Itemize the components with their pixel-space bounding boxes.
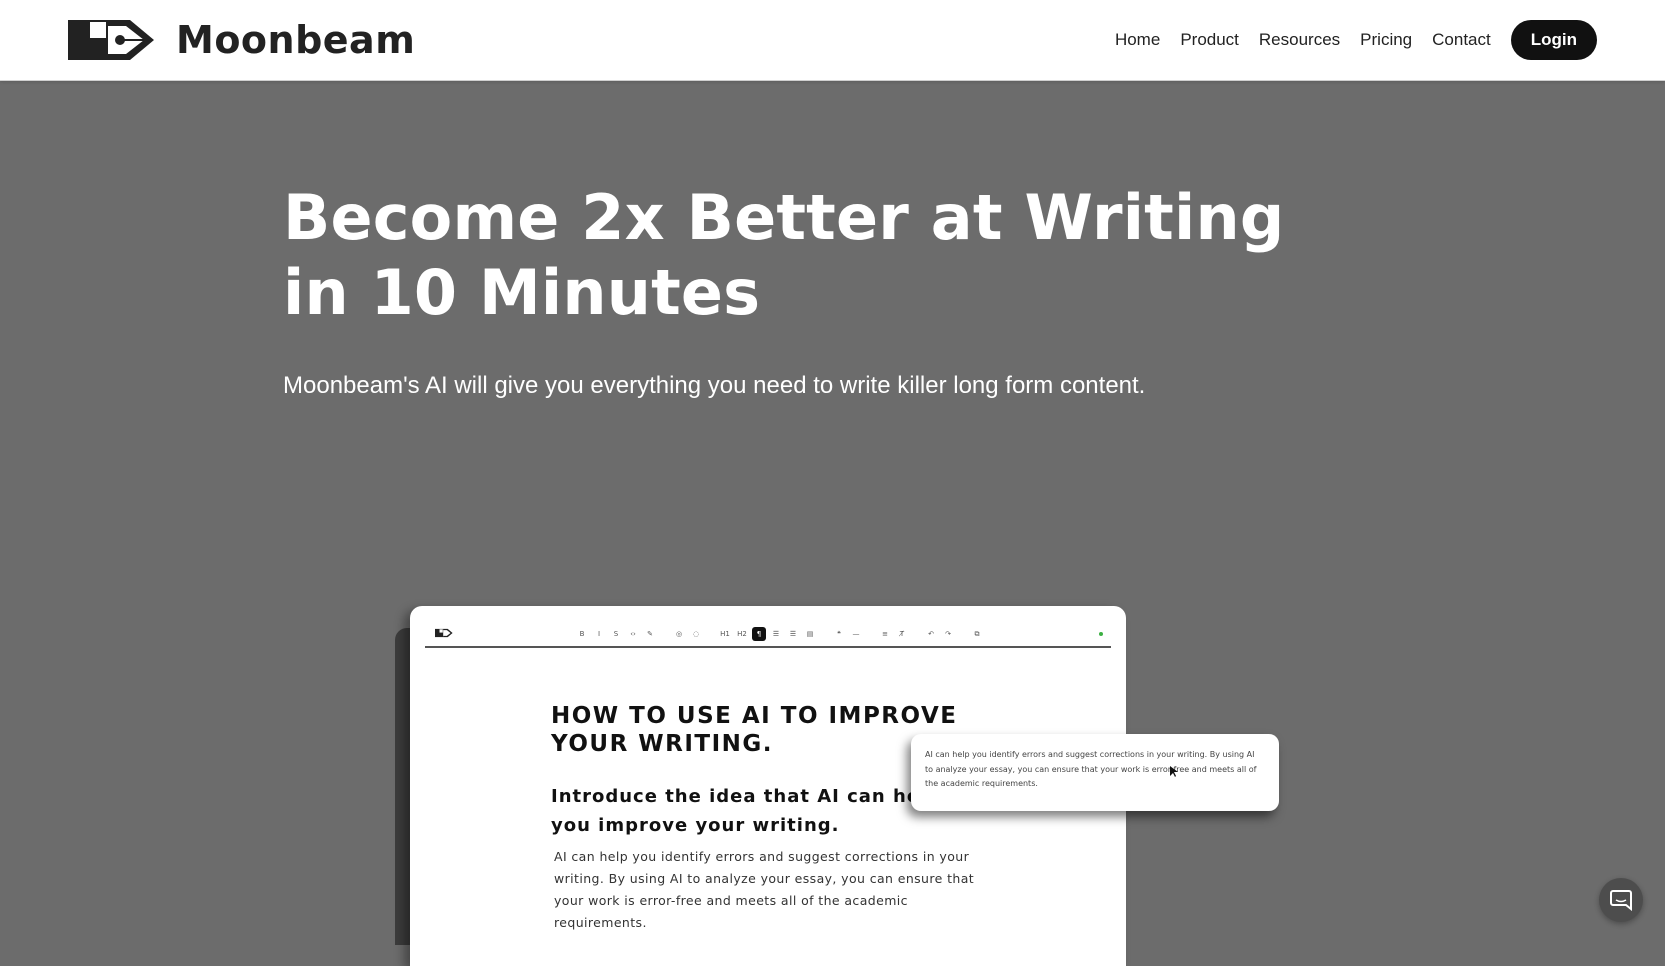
login-button[interactable]: Login: [1510, 20, 1597, 60]
ai-suggestion-text: AI can help you identify errors and sugg…: [925, 750, 1257, 788]
bullet-list-icon: ☰: [772, 630, 780, 638]
toolbar-buttons: B I S ‹› ✎ ◎ ◌ H1 H2 ¶ ☰ ☰ ▤ ❝ — ≡ T̸ ↶ …: [575, 627, 987, 641]
brand-name: Moonbeam: [176, 18, 416, 62]
chat-bubble-icon: [1610, 890, 1632, 911]
nav-resources-link[interactable]: Resources: [1259, 30, 1340, 50]
hero-subtitle: Moonbeam's AI will give you everything y…: [283, 372, 1146, 399]
status-dot: [1099, 632, 1103, 636]
undo-icon: ↶: [928, 630, 934, 638]
image-icon: ◌: [692, 630, 700, 638]
nav-pricing-link[interactable]: Pricing: [1360, 30, 1412, 50]
moonbeam-pen-logo-icon: [68, 20, 154, 60]
paragraph-icon: ¶: [752, 627, 766, 641]
strikethrough-icon: S: [613, 630, 619, 638]
site-header: Moonbeam Home Product Resources Pricing …: [0, 0, 1665, 81]
brand-logo[interactable]: Moonbeam: [68, 18, 415, 62]
document-paragraph: AI can help you identify errors and sugg…: [554, 849, 975, 930]
heading2-icon: H2: [737, 630, 747, 638]
task-list-icon: ▤: [806, 630, 814, 638]
mouse-cursor-icon: [1170, 766, 1178, 777]
wrap-icon: ≡: [882, 630, 888, 638]
italic-icon: I: [597, 630, 601, 638]
ordered-list-icon: ☰: [789, 630, 797, 638]
main-nav: Home Product Resources Pricing Contact L…: [1095, 20, 1597, 60]
moonbeam-small-logo-icon: [435, 628, 453, 638]
blockquote-icon: ❝: [837, 630, 841, 638]
link-icon: ◎: [675, 630, 683, 638]
divider-icon: —: [852, 630, 860, 638]
code-icon: ‹›: [630, 630, 636, 638]
hero-title: Become 2x Better at Writing in 10 Minute…: [283, 181, 1285, 329]
clear-format-icon: T̸: [899, 630, 905, 638]
chat-launcher-button[interactable]: [1599, 878, 1643, 922]
export-icon: ⧉: [974, 630, 980, 638]
nav-contact-link[interactable]: Contact: [1432, 30, 1491, 50]
highlight-icon: ✎: [647, 630, 653, 638]
nav-product-link[interactable]: Product: [1180, 30, 1239, 50]
heading1-icon: H1: [720, 630, 730, 638]
nav-home-link[interactable]: Home: [1115, 30, 1160, 50]
ai-suggestion-popup: AI can help you identify errors and sugg…: [911, 734, 1279, 811]
editor-toolbar: B I S ‹› ✎ ◎ ◌ H1 H2 ¶ ☰ ☰ ▤ ❝ — ≡ T̸ ↶ …: [425, 624, 1111, 648]
bold-icon: B: [579, 630, 585, 638]
redo-icon: ↷: [945, 630, 951, 638]
